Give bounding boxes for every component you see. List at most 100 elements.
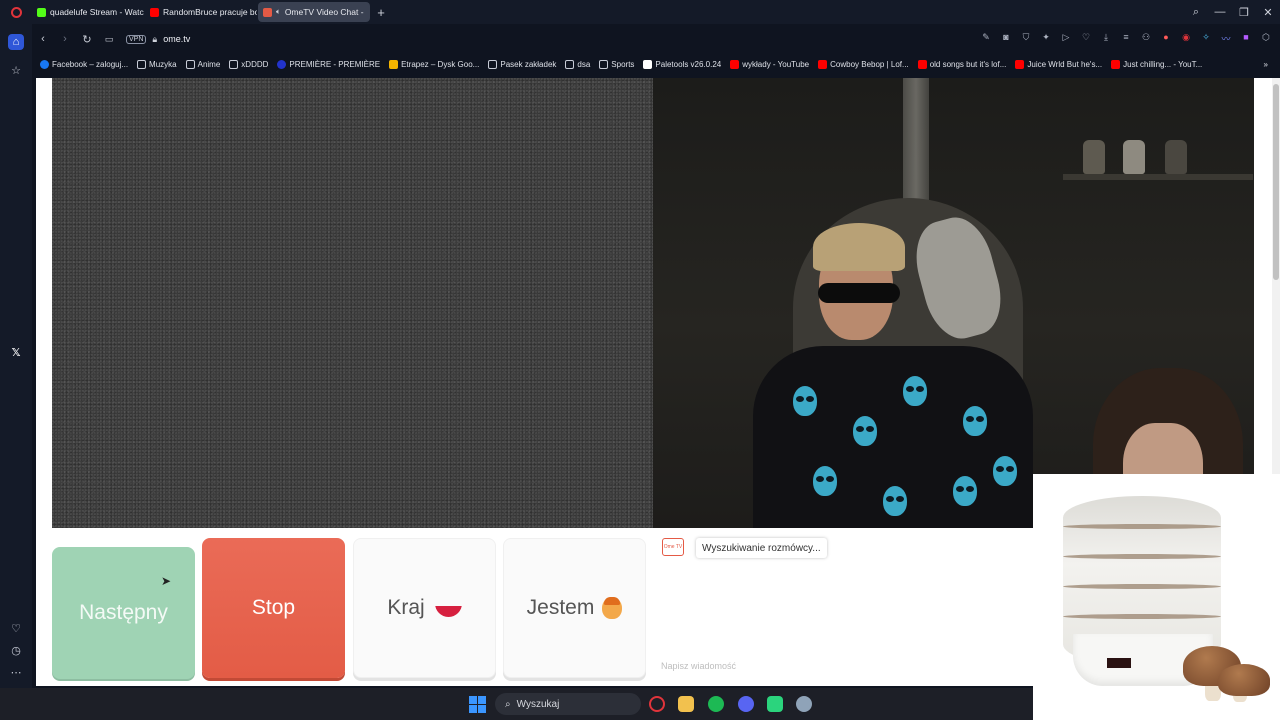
more-icon[interactable]: ⋯ <box>8 664 24 680</box>
extensions-bar: ✎ ◙ ⛉ ✦ ▷ ♡ ⤓ ≡ ⚇ ● ◉ ✧ 〰 ■ ⬡ <box>980 32 1272 45</box>
gender-button[interactable]: Jestem <box>503 538 646 678</box>
star-icon[interactable]: ☆ <box>8 62 24 78</box>
alien-print <box>963 406 987 436</box>
bookmarks-overflow-icon[interactable]: » <box>1264 60 1280 69</box>
sidebar: ⌂ ☆ 𝕏 ♡ ◷ ⋯ <box>0 24 32 688</box>
edit-icon[interactable]: ✎ <box>980 32 992 45</box>
extension-red-icon[interactable]: ● <box>1160 32 1172 45</box>
tab-label: quadelufe Stream - Watch <box>50 7 144 17</box>
chat-status-message: Wyszukiwanie rozmówcy... <box>696 538 827 558</box>
puzzle-icon[interactable]: ✦ <box>1040 32 1052 45</box>
windows-start-icon[interactable] <box>469 696 486 713</box>
taskbar-search[interactable]: ⌕ Wyszukaj <box>495 693 641 715</box>
forward-button[interactable]: › <box>54 33 76 45</box>
bookmark-label: Sports <box>611 59 635 69</box>
youtube-icon <box>1015 59 1025 69</box>
app-green-icon[interactable] <box>767 696 783 712</box>
bookmark-item[interactable]: Pasek zakładek <box>488 59 556 69</box>
ometv-logo-icon: Ome TV <box>662 538 684 556</box>
speaker-icon[interactable]: 🔈︎ <box>276 7 281 17</box>
download-icon[interactable]: ⤓ <box>1100 32 1112 45</box>
snapshot-icon[interactable]: ▭ <box>98 34 120 45</box>
address-bar: ‹ › ↻ ▭ VPN 🔒︎ ome.tv ✎ ◙ ⛉ ✦ ▷ ♡ ⤓ ≡ ⚇ … <box>32 26 1280 52</box>
extension-purple-icon[interactable]: ■ <box>1240 32 1252 45</box>
bookmark-label: Anime <box>197 59 221 69</box>
own-camera-static-video <box>52 78 653 528</box>
opera-taskbar-icon[interactable] <box>649 696 665 712</box>
bookmark-item[interactable]: Cowboy Bebop | Lof... <box>818 59 909 69</box>
alien-print <box>883 486 907 516</box>
settings-icon[interactable] <box>796 696 812 712</box>
waves-icon[interactable]: 〰 <box>1220 32 1232 45</box>
next-button[interactable]: Następny <box>52 547 195 679</box>
tab-label: RandomBruce pracuje bo <box>163 7 257 17</box>
home-icon[interactable]: ⌂ <box>8 34 24 50</box>
tab-ometv[interactable]: 🔈︎ OmeTV Video Chat - <box>258 2 370 22</box>
history-icon[interactable]: ◷ <box>8 642 24 658</box>
bookmark-item[interactable]: Anime <box>185 59 221 69</box>
tab-kick[interactable]: quadelufe Stream - Watch <box>32 2 144 22</box>
close-button[interactable]: ✕ <box>1256 6 1280 19</box>
video-person-sunglasses <box>818 283 900 303</box>
bookmark-label: wykłady - YouTube <box>742 59 810 69</box>
country-button[interactable]: Kraj <box>353 538 496 678</box>
heart-icon[interactable]: ♡ <box>8 620 24 636</box>
back-button[interactable]: ‹ <box>32 33 54 45</box>
youtube-icon <box>730 59 740 69</box>
mushroom-cap <box>1218 664 1270 696</box>
chat-message-input[interactable]: Napisz wiadomość <box>661 661 736 671</box>
profile-icon[interactable]: ⚇ <box>1140 32 1152 45</box>
video-person-cap <box>813 223 905 271</box>
video-shelf-item <box>1165 140 1187 174</box>
play-icon[interactable]: ▷ <box>1060 32 1072 45</box>
alien-print <box>993 456 1017 486</box>
minimize-button[interactable]: — <box>1208 6 1232 18</box>
heart-outline-icon[interactable]: ♡ <box>1080 32 1092 45</box>
bookmark-label: Paletools v26.0.24 <box>655 59 722 69</box>
bookmark-item[interactable]: dsa <box>565 59 590 69</box>
extension-blue-icon[interactable]: ✧ <box>1200 32 1212 45</box>
next-button-label: Następny <box>79 601 168 624</box>
bookmark-item[interactable]: PREMIÈRE - PREMIÈRE <box>277 59 381 69</box>
menu-icon[interactable]: ≡ <box>1120 32 1132 45</box>
opera-red-icon[interactable]: ◉ <box>1180 32 1192 45</box>
bookmark-item[interactable]: Etrapez – Dysk Goo... <box>389 59 479 69</box>
bookmark-item[interactable]: Sports <box>599 59 635 69</box>
bookmark-label: PREMIÈRE - PREMIÈRE <box>289 59 381 69</box>
bookmark-item[interactable]: wykłady - YouTube <box>730 59 810 69</box>
dehydrator-display <box>1107 658 1131 668</box>
stop-button[interactable]: Stop <box>202 538 345 678</box>
reload-button[interactable]: ↻ <box>76 33 98 46</box>
alien-print <box>903 376 927 406</box>
file-explorer-icon[interactable] <box>678 696 694 712</box>
bookmark-item[interactable]: Paletools v26.0.24 <box>643 59 722 69</box>
search-tabs-icon[interactable]: ⌕ <box>1184 6 1208 19</box>
box-icon[interactable]: ⬡ <box>1260 32 1272 45</box>
window-controls: ⌕ — ❐ ✕ <box>1184 0 1280 24</box>
bookmark-item[interactable]: xDDDD <box>229 59 268 69</box>
bookmark-item[interactable]: Juice Wrld But he's... <box>1015 59 1102 69</box>
vpn-badge[interactable]: VPN <box>126 34 147 44</box>
new-tab-button[interactable]: + <box>371 5 391 20</box>
maximize-button[interactable]: ❐ <box>1232 6 1256 19</box>
kick-icon <box>37 7 46 17</box>
shield-icon[interactable]: ⛉ <box>1020 32 1032 45</box>
discord-icon[interactable] <box>738 696 754 712</box>
url-field[interactable]: ome.tv <box>163 34 190 44</box>
bookmark-item[interactable]: Muzyka <box>137 59 177 69</box>
dehydrator-tray <box>1063 614 1221 619</box>
lock-icon[interactable]: 🔒︎ <box>152 34 157 45</box>
page-icon <box>643 59 653 69</box>
bookmark-item[interactable]: Facebook – zaloguj... <box>40 59 128 69</box>
x-twitter-icon[interactable]: 𝕏 <box>8 344 24 360</box>
bookmark-item[interactable]: old songs but it's lof... <box>917 59 1006 69</box>
dehydrator-ad-image[interactable] <box>1033 474 1280 720</box>
tab-youtube[interactable]: RandomBruce pracuje bo <box>145 2 257 22</box>
camera-icon[interactable]: ◙ <box>1000 32 1012 45</box>
spotify-icon[interactable] <box>708 696 724 712</box>
bookmark-item[interactable]: Just chilling... - YouT... <box>1111 59 1202 69</box>
scrollbar-thumb[interactable] <box>1273 84 1279 280</box>
facebook-icon <box>40 59 49 69</box>
alien-print <box>793 386 817 416</box>
opera-logo-icon[interactable] <box>0 0 32 24</box>
